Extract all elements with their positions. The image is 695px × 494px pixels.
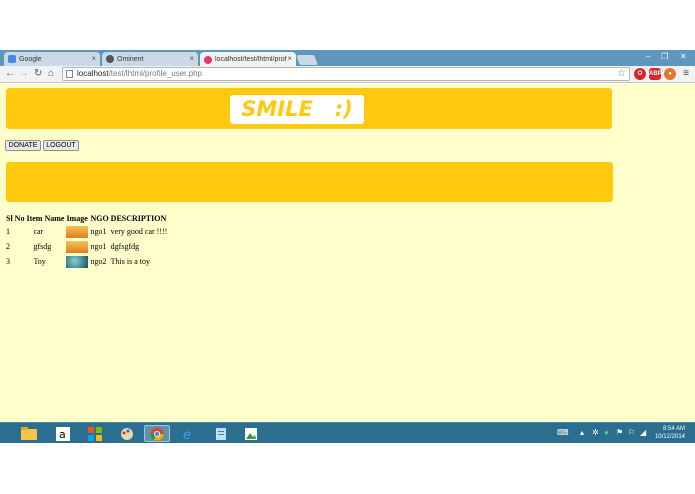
items-table: Sl No Item Name Image NGO DESCRIPTION 1 … <box>5 213 168 269</box>
store-icon[interactable] <box>82 425 108 442</box>
header-sl-no: Sl No <box>6 214 25 223</box>
amazon-icon[interactable]: a <box>50 425 76 442</box>
network-icon[interactable]: ⚑ <box>616 428 623 437</box>
tab-label: Google <box>19 55 42 63</box>
site-logo: SMILE :) <box>230 95 364 124</box>
google-favicon-icon <box>8 55 16 63</box>
cell-description: dgfsgfdg <box>110 242 140 251</box>
tab-google[interactable]: Google × <box>4 52 100 66</box>
cell-sl-no: 1 <box>6 227 10 236</box>
logout-button[interactable]: LOGOUT <box>43 140 79 151</box>
tray-chevron-icon[interactable]: ▴ <box>580 428 584 437</box>
table-row: 2 gfsdg ngo1 dgfsgfdg <box>5 239 168 254</box>
file-explorer-icon[interactable] <box>16 425 42 442</box>
table-header-row: Sl No Item Name Image NGO DESCRIPTION <box>5 213 168 224</box>
hamburger-menu-icon[interactable]: ≡ <box>683 68 689 79</box>
svg-text:a: a <box>59 428 66 441</box>
cell-ngo: ngo2 <box>90 257 107 266</box>
tab-ominent[interactable]: Ominent × <box>102 52 198 66</box>
new-tab-button[interactable] <box>296 55 318 65</box>
page-icon <box>66 70 73 78</box>
windows-taskbar: a e ⌨ ▴ ✲ ● ⚑ ⚐ ◢ 8:54 AM 10/12/2014 <box>0 422 695 443</box>
cell-image <box>65 224 89 239</box>
page-favicon-icon <box>204 55 212 64</box>
paint-icon[interactable] <box>114 425 140 442</box>
donate-button[interactable]: DONATE <box>5 140 41 151</box>
cell-ngo: ngo1 <box>90 242 107 251</box>
cell-description: very good car !!!! <box>110 227 168 236</box>
svg-text:e: e <box>183 428 191 441</box>
minimize-icon[interactable]: – <box>646 52 650 61</box>
clock-time: 8:54 AM <box>662 426 685 432</box>
cell-image <box>65 239 89 254</box>
header-description: DESCRIPTION <box>110 214 167 223</box>
opera-extension-icon[interactable]: O <box>634 68 646 80</box>
cell-ngo: ngo1 <box>90 227 107 236</box>
tab-profile-user[interactable]: localhost/test/lhtml/prof × <box>200 52 296 67</box>
address-bar[interactable]: localhost/test/lhtml/profile_user.php ☆ <box>62 67 630 81</box>
clock-date: 10/12/2014 <box>654 434 685 440</box>
tab-label: localhost/test/lhtml/prof <box>215 56 287 63</box>
tray-app-icon[interactable]: ✲ <box>592 428 599 437</box>
tray-status-icon[interactable]: ● <box>604 428 609 437</box>
window-close-icon[interactable]: ✕ <box>680 52 687 61</box>
photo-viewer-icon[interactable] <box>238 425 264 442</box>
tab-label: Ominent <box>117 55 144 63</box>
taskbar-clock[interactable]: 8:54 AM 10/12/2014 <box>655 425 685 441</box>
extension-icon[interactable]: ● <box>664 68 676 80</box>
home-icon[interactable]: ⌂ <box>48 68 54 80</box>
item-thumbnail <box>66 240 89 253</box>
volume-icon[interactable]: ◢ <box>640 428 646 437</box>
keyboard-icon[interactable]: ⌨ <box>557 428 569 437</box>
flag-icon[interactable]: ⚐ <box>628 428 635 437</box>
page-viewport: SMILE :) DONATE LOGOUT Sl No Item Name I… <box>0 84 695 422</box>
bookmark-star-icon[interactable]: ☆ <box>617 68 626 80</box>
url-host: localhost <box>77 69 109 78</box>
table-row: 1 car ngo1 very good car !!!! <box>5 224 168 239</box>
maximize-icon[interactable]: ❐ <box>661 52 668 61</box>
forward-arrow-icon[interactable]: → <box>19 68 29 80</box>
browser-titlebar: Google × Ominent × localhost/test/lhtml/… <box>0 50 695 67</box>
cell-item-name: gfsdg <box>33 242 52 251</box>
cell-sl-no: 2 <box>6 242 10 251</box>
close-icon[interactable]: × <box>189 54 194 63</box>
cell-item-name: car <box>33 227 44 236</box>
back-arrow-icon[interactable]: ← <box>5 68 15 80</box>
adblock-extension-icon[interactable]: ABP <box>649 68 662 80</box>
table-row: 3 Toy ngo2 This is a toy <box>5 254 168 269</box>
reload-icon[interactable]: ↻ <box>34 68 42 80</box>
header-image: Image <box>66 214 88 223</box>
cell-item-name: Toy <box>33 257 46 266</box>
header-ngo: NGO <box>90 214 109 223</box>
header-item-name: Item Name <box>26 214 65 223</box>
cell-description: This is a toy <box>110 257 151 266</box>
internet-explorer-icon[interactable]: e <box>176 425 202 442</box>
cell-image <box>65 254 89 269</box>
ominent-favicon-icon <box>106 55 114 63</box>
item-thumbnail <box>66 225 89 238</box>
content-banner <box>6 162 613 202</box>
notepad-icon[interactable] <box>208 425 234 442</box>
chrome-icon[interactable] <box>144 425 170 442</box>
header-banner: SMILE :) <box>6 88 612 129</box>
close-icon[interactable]: × <box>91 54 96 63</box>
close-icon[interactable]: × <box>287 54 292 63</box>
item-thumbnail <box>66 255 89 268</box>
browser-toolbar: ← → ↻ ⌂ localhost/test/lhtml/profile_use… <box>0 66 695 83</box>
cell-sl-no: 3 <box>6 257 10 266</box>
url-path: /test/lhtml/profile_user.php <box>108 69 202 78</box>
